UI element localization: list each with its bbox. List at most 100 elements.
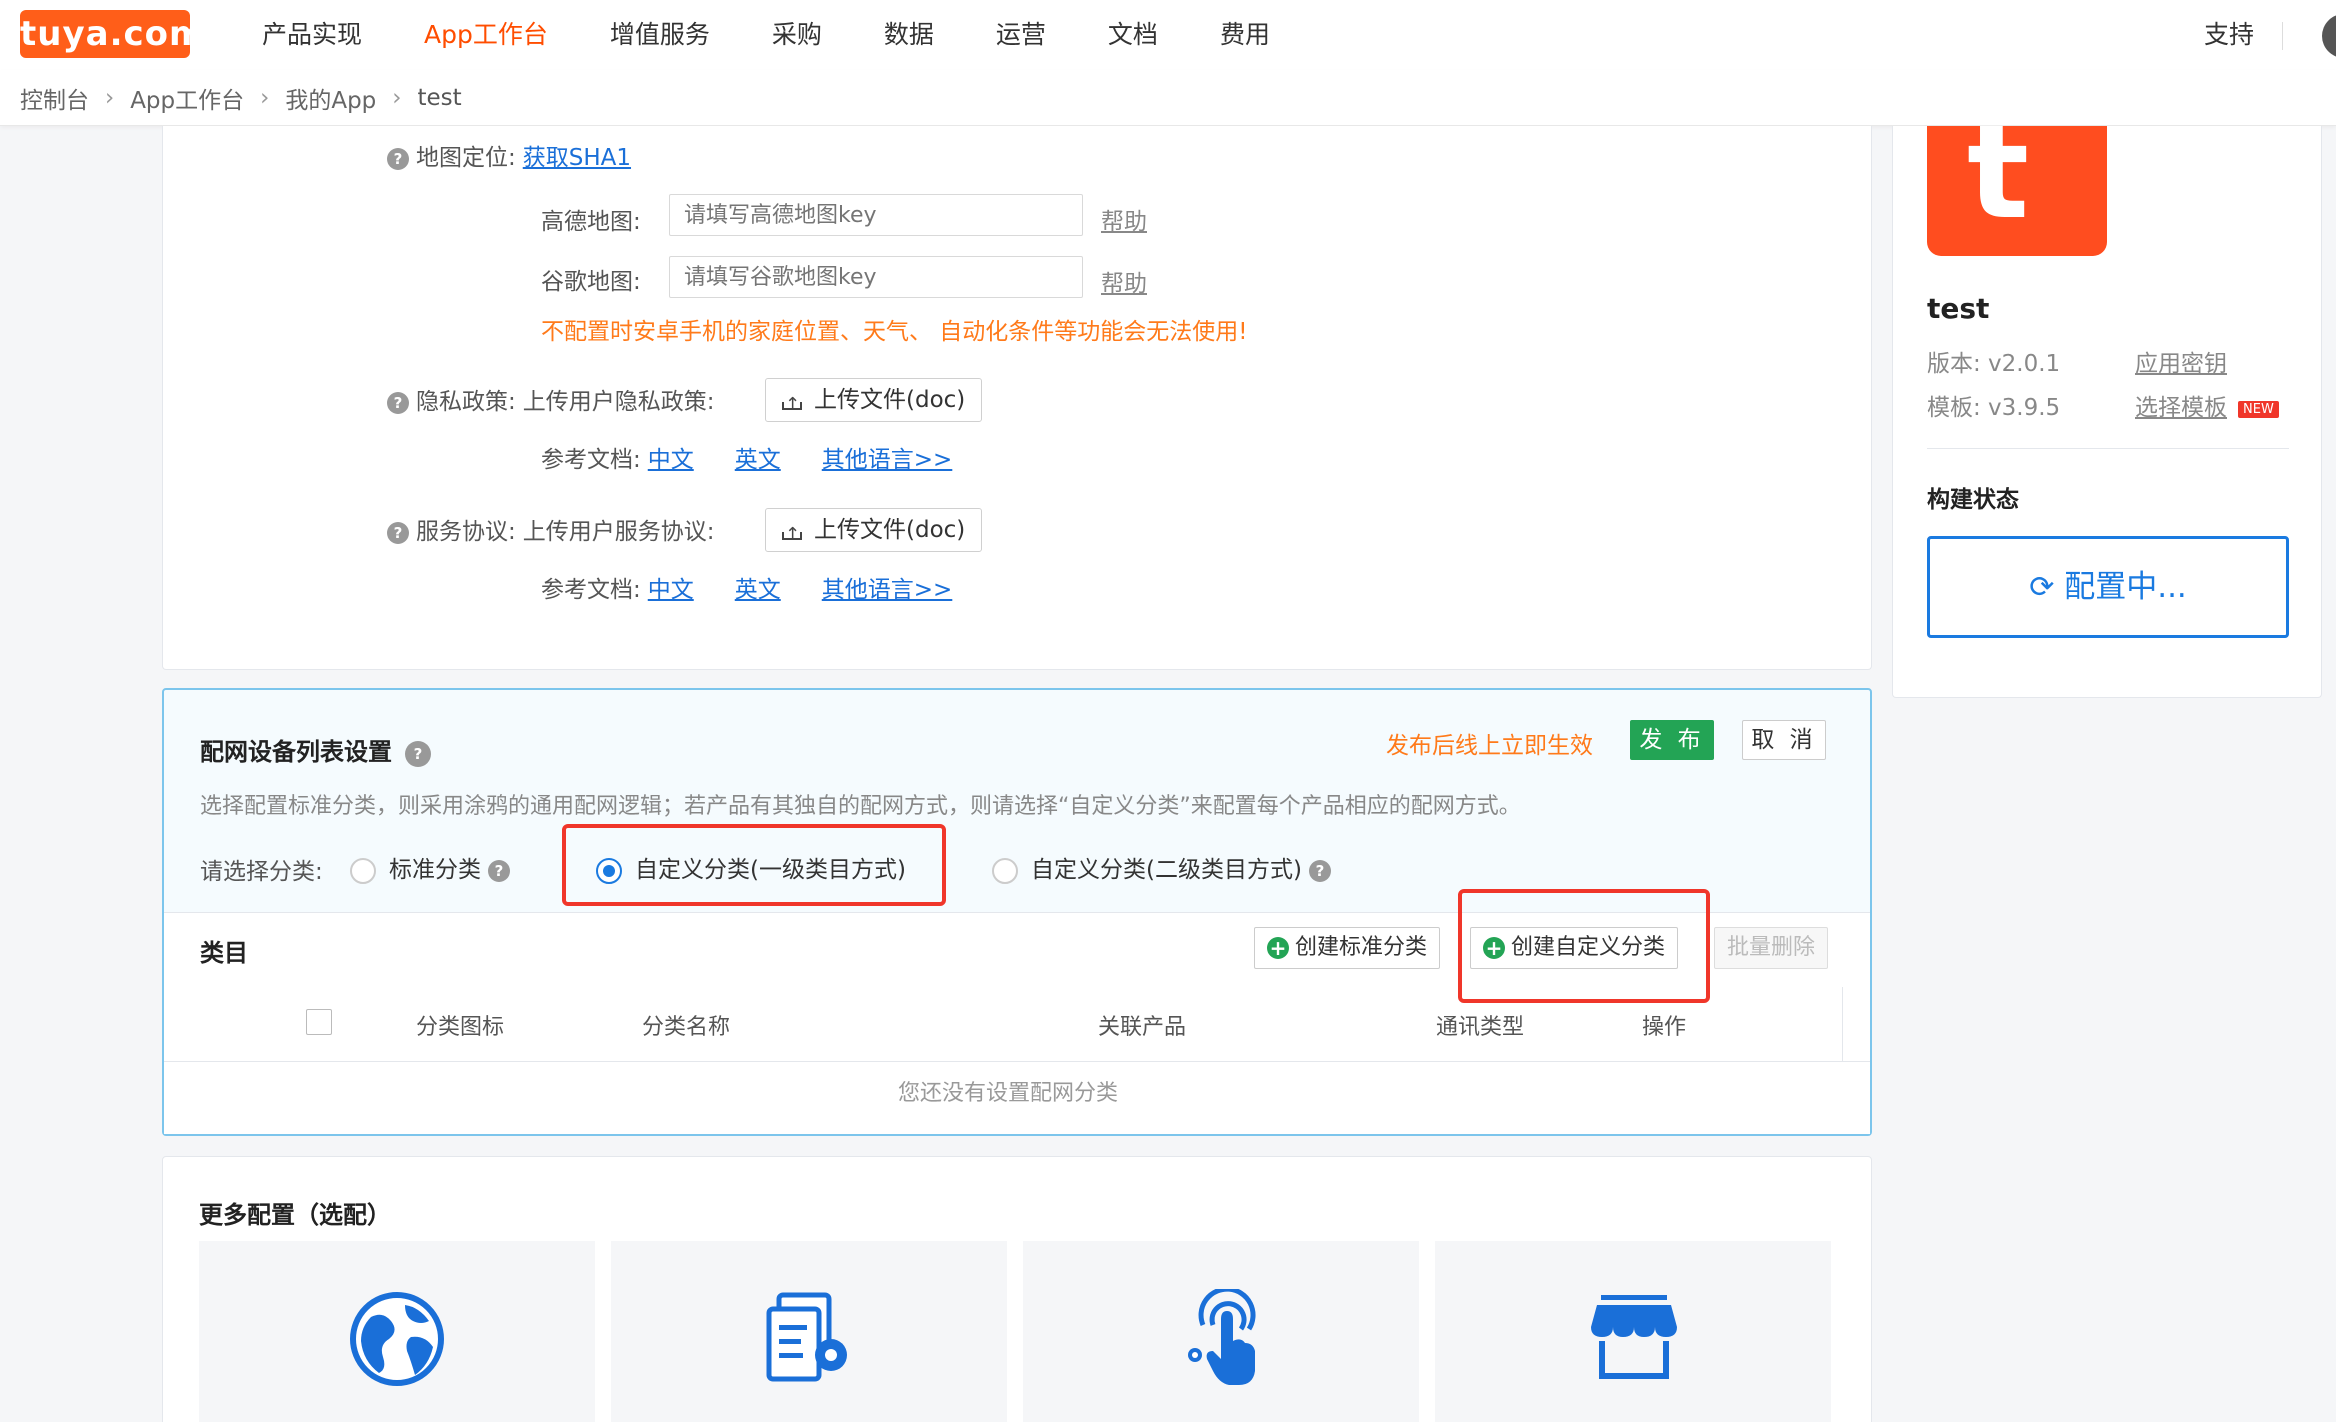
new-badge: NEW — [2238, 400, 2279, 418]
publish-button[interactable]: 发 布 — [1630, 720, 1714, 760]
top-nav-bar: tuya.com 产品实现 App工作台 增值服务 采购 数据 运营 文档 费用… — [0, 0, 2336, 70]
google-key-input[interactable] — [669, 256, 1083, 298]
help-icon[interactable]: ? — [387, 392, 409, 414]
more-config-title: 更多配置（选配） — [199, 1201, 391, 1229]
privacy-ref-row: 参考文档: 中文 英文 其他语言>> — [541, 440, 952, 474]
app-template: 模板: v3.9.5 — [1927, 395, 2061, 421]
help-icon[interactable]: ? — [1308, 860, 1331, 882]
nav-item-docs[interactable]: 文档 — [1108, 0, 1158, 70]
privacy-upload-button[interactable]: 上传文件(doc) — [765, 378, 983, 426]
column-header-comm-type: 通讯类型 — [1436, 1015, 1525, 1040]
nav-item-fees[interactable]: 费用 — [1220, 0, 1270, 70]
feature-card-globe[interactable] — [199, 1241, 595, 1422]
build-status-button[interactable]: ⟳ 配置中... — [1927, 536, 2289, 638]
app-config-panel: ? 地图定位: 获取SHA1 高德地图: 帮助 谷歌地图: 帮助 不配置时安卓手… — [162, 126, 1872, 670]
column-header-actions: 操作 — [1642, 1015, 1687, 1040]
select-template-row: 选择模板 NEW — [2135, 388, 2279, 422]
select-all-checkbox[interactable] — [306, 1009, 332, 1035]
map-location-label: 地图定位: — [416, 145, 516, 171]
more-config-panel: 更多配置（选配） — [162, 1156, 1872, 1422]
gaode-map-label: 高德地图: — [541, 209, 641, 235]
service-ref-other[interactable]: 其他语言>> — [822, 577, 953, 603]
build-status-title: 构建状态 — [1927, 487, 2019, 513]
empty-state-text: 您还没有设置配网分类 — [898, 1081, 1119, 1106]
privacy-ref-other[interactable]: 其他语言>> — [822, 447, 953, 473]
service-ref-row: 参考文档: 中文 英文 其他语言>> — [541, 570, 952, 604]
refresh-icon: ⟳ — [2029, 570, 2055, 605]
get-sha1-link[interactable]: 获取SHA1 — [523, 145, 631, 171]
app-icon: t — [1927, 96, 2107, 256]
nav-item-data[interactable]: 数据 — [884, 0, 934, 70]
document-gear-icon — [766, 1292, 847, 1382]
gaode-help-link[interactable]: 帮助 — [1101, 202, 1147, 236]
select-template-link[interactable]: 选择模板 — [2135, 395, 2227, 421]
chevron-right-icon: › — [260, 84, 270, 111]
help-icon[interactable]: ? — [405, 741, 431, 767]
breadcrumb-current: test — [417, 84, 462, 111]
divider — [1927, 448, 2289, 449]
create-standard-button[interactable]: + 创建标准分类 — [1254, 927, 1441, 969]
create-standard-label: 创建标准分类 — [1295, 935, 1428, 960]
app-key-link[interactable]: 应用密钥 — [2135, 344, 2227, 378]
publish-hint: 发布后线上立即生效 — [1386, 733, 1593, 759]
table-divider — [1842, 987, 1843, 1061]
privacy-ref-english[interactable]: 英文 — [735, 447, 781, 473]
privacy-ref-chinese[interactable]: 中文 — [648, 447, 694, 473]
map-warning-text: 不配置时安卓手机的家庭位置、天气、 自动化条件等功能会无法使用! — [541, 319, 1248, 345]
touch-icon — [1188, 1289, 1256, 1385]
breadcrumb-console[interactable]: 控制台 — [20, 81, 89, 115]
help-icon[interactable]: ? — [387, 522, 409, 544]
network-list-title: 配网设备列表设置 — [200, 738, 392, 766]
radio-standard[interactable] — [350, 858, 376, 884]
service-row: ? 服务协议: 上传用户服务协议: — [387, 512, 715, 546]
option-standard[interactable]: 标准分类 ? — [350, 850, 510, 884]
batch-delete-button[interactable]: 批量删除 — [1714, 927, 1829, 969]
select-category-label: 请选择分类: — [200, 859, 323, 885]
privacy-ref-label: 参考文档: — [541, 447, 641, 473]
feature-card-touch[interactable] — [1023, 1241, 1419, 1422]
privacy-upload-button-label: 上传文件(doc) — [814, 387, 966, 413]
tuya-logo[interactable]: tuya.com — [20, 10, 204, 58]
avatar[interactable] — [2322, 14, 2336, 58]
breadcrumb-my-app[interactable]: 我的App — [285, 81, 376, 115]
radio-custom-level2[interactable] — [992, 858, 1018, 884]
gaode-key-input[interactable] — [669, 194, 1083, 236]
network-list-header: 配网设备列表设置 ? — [200, 732, 431, 767]
service-upload-button[interactable]: 上传文件(doc) — [765, 508, 983, 556]
app-version: 版本: v2.0.1 — [1927, 351, 2061, 377]
plus-circle-icon: + — [1267, 937, 1289, 959]
chevron-right-icon: › — [392, 84, 402, 111]
service-ref-chinese[interactable]: 中文 — [648, 577, 694, 603]
chevron-right-icon: › — [105, 84, 115, 111]
privacy-row: ? 隐私政策: 上传用户隐私政策: — [387, 382, 715, 416]
nav-item-product[interactable]: 产品实现 — [262, 0, 362, 70]
nav-item-app-workbench[interactable]: App工作台 — [424, 0, 548, 70]
service-upload-label: 上传用户服务协议: — [522, 519, 715, 545]
nav-item-operation[interactable]: 运营 — [996, 0, 1046, 70]
nav-item-purchase[interactable]: 采购 — [772, 0, 822, 70]
breadcrumb-app-workbench[interactable]: App工作台 — [130, 81, 244, 115]
cancel-button[interactable]: 取 消 — [1742, 720, 1826, 760]
service-ref-label: 参考文档: — [541, 577, 641, 603]
option-custom-level2[interactable]: 自定义分类(二级类目方式) ? — [992, 850, 1331, 884]
help-icon[interactable]: ? — [488, 860, 510, 882]
network-list-panel: 配网设备列表设置 ? 发布后线上立即生效 发 布 取 消 选择配置标准分类，则采… — [162, 688, 1872, 1136]
option-standard-label: 标准分类 — [389, 857, 481, 883]
batch-delete-label: 批量删除 — [1727, 935, 1816, 960]
google-help-link[interactable]: 帮助 — [1101, 264, 1147, 298]
option-custom-level2-label: 自定义分类(二级类目方式) — [1031, 857, 1302, 883]
help-icon[interactable]: ? — [387, 148, 409, 170]
service-label: 服务协议: — [416, 519, 516, 545]
nav-item-value-added[interactable]: 增值服务 — [610, 0, 710, 70]
feature-card-store[interactable] — [1435, 1241, 1831, 1422]
privacy-label: 隐私政策: — [416, 389, 516, 415]
table-divider — [164, 1061, 1870, 1062]
store-icon — [1591, 1295, 1677, 1379]
category-table: 类目 + 创建标准分类 + 创建自定义分类 批量删除 分类图标 分类名称 关联产… — [164, 889, 1870, 1134]
column-header-name: 分类名称 — [642, 1015, 731, 1040]
column-header-icon: 分类图标 — [416, 1015, 505, 1040]
feature-card-document[interactable] — [611, 1241, 1007, 1422]
service-ref-english[interactable]: 英文 — [735, 577, 781, 603]
support-link[interactable]: 支持 — [2204, 0, 2254, 70]
google-map-label: 谷歌地图: — [541, 269, 641, 295]
